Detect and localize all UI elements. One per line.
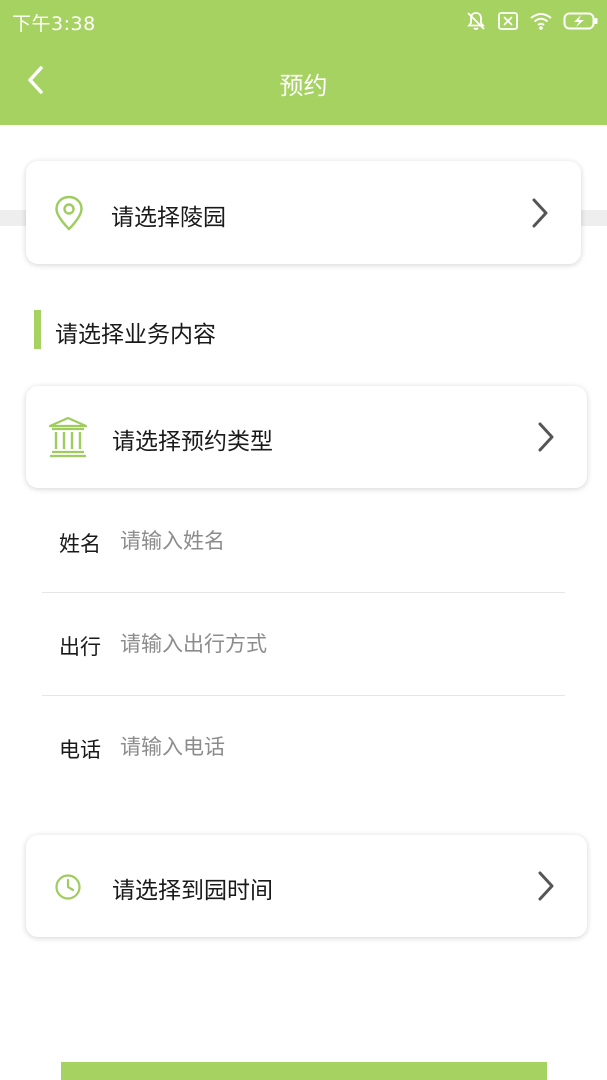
cemetery-selector-label: 请选择陵园 xyxy=(111,205,226,231)
battery-charging-icon xyxy=(563,11,599,31)
status-time: 下午3:38 xyxy=(12,13,96,35)
sim-off-icon xyxy=(497,11,519,31)
page-title: 预约 xyxy=(279,72,328,100)
appointment-type-label: 请选择预约类型 xyxy=(112,429,273,455)
travel-label: 出行 xyxy=(59,635,101,659)
submit-button[interactable] xyxy=(61,1062,547,1080)
cemetery-selector[interactable]: 请选择陵园 xyxy=(26,161,581,264)
arrival-time-selector[interactable]: 请选择到园时间 xyxy=(26,835,587,937)
name-label: 姓名 xyxy=(59,532,101,556)
arrival-time-label: 请选择到园时间 xyxy=(112,878,273,904)
chevron-right-icon xyxy=(536,420,556,458)
clock-icon xyxy=(54,873,82,905)
phone-field-row: 电话 xyxy=(42,696,565,799)
travel-input[interactable] xyxy=(120,626,550,662)
section-title: 请选择业务内容 xyxy=(55,322,216,348)
mute-bell-icon xyxy=(465,10,487,32)
phone-input[interactable] xyxy=(120,729,550,765)
travel-field-row: 出行 xyxy=(42,593,565,696)
app-header: 下午3:38 预约 xyxy=(0,0,607,125)
name-input[interactable] xyxy=(120,523,550,559)
location-pin-icon xyxy=(53,195,85,235)
wifi-icon xyxy=(529,11,553,31)
appointment-type-selector[interactable]: 请选择预约类型 xyxy=(26,386,587,488)
status-bar: 下午3:38 xyxy=(0,0,607,42)
nav-bar: 预约 xyxy=(0,42,607,125)
status-icons xyxy=(465,9,599,33)
phone-label: 电话 xyxy=(59,738,101,762)
name-field-row: 姓名 xyxy=(42,490,565,593)
chevron-right-icon xyxy=(536,869,556,907)
chevron-right-icon xyxy=(530,196,550,234)
building-icon xyxy=(48,416,88,462)
section-accent-bar xyxy=(34,310,41,349)
